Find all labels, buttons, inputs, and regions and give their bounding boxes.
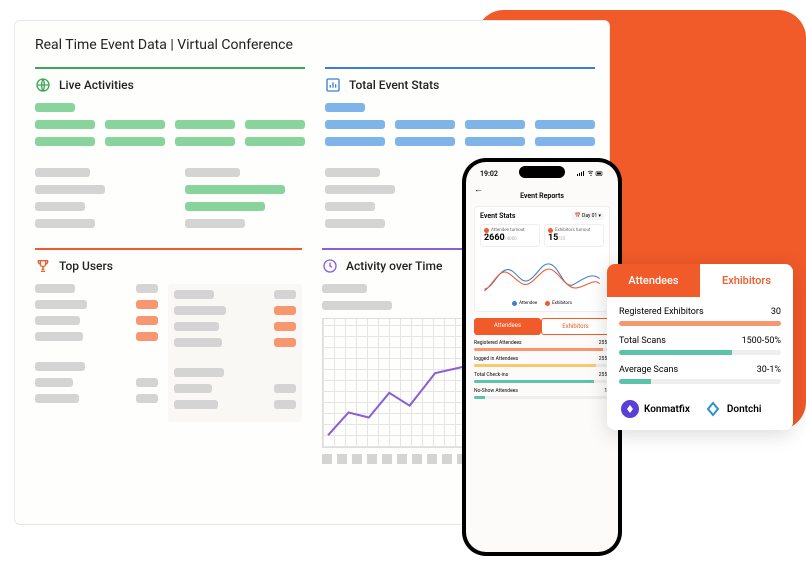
day-selector[interactable]: 📅 Day 01 ▾ [572, 212, 604, 220]
tab-attendees[interactable]: Attendees [474, 318, 541, 335]
status-icons [576, 170, 604, 180]
logo-konmatfix: Konmatfix [621, 400, 690, 418]
tab-exhibitors[interactable]: Exhibitors [541, 318, 610, 335]
status-time: 19:02 [480, 170, 498, 180]
clock-icon [322, 258, 338, 274]
metric-registered-exhibitors: Registered Exhibitors30 [619, 307, 781, 326]
metric-total-scans: Total Scans1500-50% [619, 336, 781, 355]
phone-title: Event Reports [474, 192, 610, 200]
sponsor-logos: Konmatfix Dontchi [619, 394, 781, 420]
exhibitors-popup: Attendees Exhibitors Registered Exhibito… [607, 264, 793, 430]
metric-average-scans: Average Scans30-1% [619, 365, 781, 384]
phone-metrics: Registered Attendees2550 logged in Atten… [474, 340, 610, 399]
live-activities-card: Live Activities [35, 67, 305, 236]
card-title: Total Event Stats [349, 78, 439, 92]
top-users-card: Top Users [35, 248, 302, 464]
trophy-icon [35, 258, 51, 274]
phone-notch [519, 166, 565, 178]
popup-tab-exhibitors[interactable]: Exhibitors [700, 264, 793, 297]
bar-chart-icon [325, 77, 341, 93]
diamond-icon [621, 400, 639, 418]
phone-tabs: Attendees Exhibitors [474, 318, 610, 335]
card-title: Top Users [59, 259, 113, 273]
chart-legend: Attendee Exhibitors [480, 301, 604, 306]
logo-dontchi: Dontchi [704, 400, 762, 418]
phone-mockup: 19:02 ← Event Reports Event Stats 📅 Day … [462, 158, 622, 556]
dashboard-title: Real Time Event Data | Virtual Conferenc… [35, 37, 589, 53]
popup-tab-attendees[interactable]: Attendees [607, 264, 700, 297]
globe-icon [35, 77, 51, 93]
event-stats-section: Event Stats 📅 Day 01 ▾ Attendee turnout … [474, 206, 610, 312]
card-title: Live Activities [59, 78, 134, 92]
exhibitor-turnout-stat: Exhibitors turnout 15/35 [544, 224, 604, 247]
back-arrow-icon[interactable]: ← [474, 184, 483, 195]
card-title: Activity over Time [346, 259, 442, 273]
attendee-turnout-stat: Attendee turnout 2660/4000 [480, 224, 540, 247]
section-title: Event Stats [480, 212, 515, 220]
diamond-icon [704, 400, 722, 418]
mini-line-chart [480, 251, 604, 299]
